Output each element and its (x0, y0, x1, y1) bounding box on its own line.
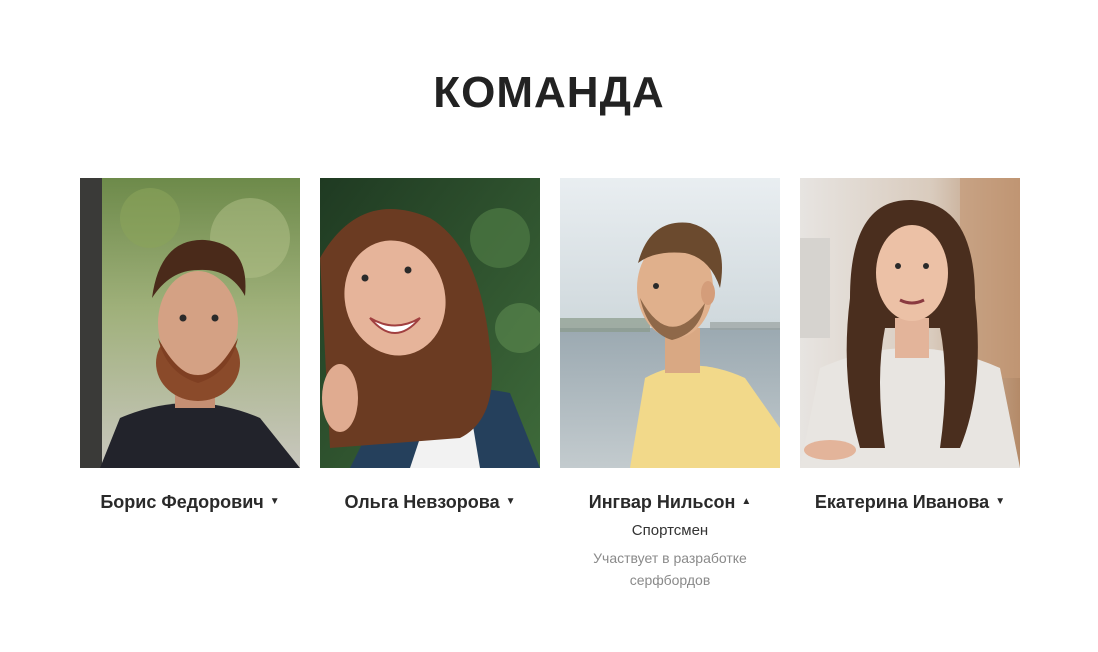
section-title: КОМАНДА (433, 68, 665, 117)
member-name: Ольга Невзорова (344, 491, 500, 512)
member-name: Екатерина Иванова (814, 491, 990, 512)
chevron-down-icon: ▼ (995, 496, 1006, 507)
chevron-down-icon: ▼ (505, 496, 516, 507)
member-photo (560, 178, 780, 468)
member-name-toggle[interactable]: Ингвар Нильсон ▲ (589, 490, 752, 514)
member-name: Ингвар Нильсон (588, 491, 736, 512)
member-photo (320, 178, 540, 468)
team-member-card: Ингвар Нильсон ▲ Спортсмен Участвует в р… (560, 178, 780, 591)
team-member-card: Ольга Невзорова ▼ (320, 178, 540, 591)
member-name: Борис Федорович (100, 491, 264, 512)
member-photo (80, 178, 300, 468)
member-name-toggle[interactable]: Екатерина Иванова ▼ (815, 490, 1005, 514)
member-photo (800, 178, 1020, 468)
chevron-up-icon: ▲ (741, 496, 752, 507)
team-grid: Борис Федорович ▼ Ольга Невзорова ▼ Ингв… (80, 178, 1020, 591)
member-description: Участвует в разработке серфбордов (593, 550, 747, 588)
team-page: КОМАНДА Борис Федорович ▼ Ольга Невзоров… (0, 0, 1098, 652)
member-name-toggle[interactable]: Ольга Невзорова ▼ (344, 490, 515, 514)
chevron-down-icon: ▼ (269, 496, 280, 507)
team-member-card: Борис Федорович ▼ (80, 178, 300, 591)
member-role: Спортсмен (631, 522, 709, 539)
member-name-toggle[interactable]: Борис Федорович ▼ (100, 490, 279, 514)
team-member-card: Екатерина Иванова ▼ (800, 178, 1020, 591)
